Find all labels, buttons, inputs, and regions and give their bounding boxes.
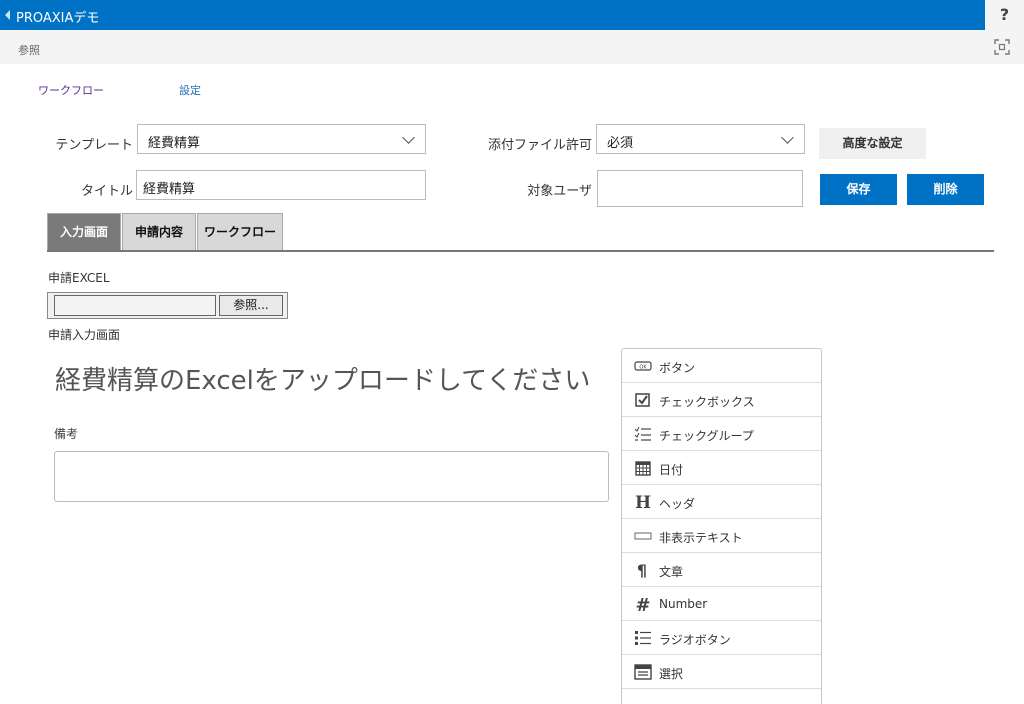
- title-label: タイトル: [80, 184, 133, 199]
- excel-label: 申請EXCEL: [48, 271, 110, 285]
- checkbox-icon: [635, 393, 650, 407]
- toolbox-item-label: 日付: [659, 463, 684, 477]
- delete-button[interactable]: 削除: [907, 174, 984, 205]
- app-title: PROAXIAデモ: [16, 11, 100, 26]
- svg-text:H: H: [635, 493, 651, 511]
- header-icon: H: [635, 493, 651, 511]
- input-screen-label: 申請入力画面: [48, 328, 121, 342]
- excel-file-picker: 参照...: [47, 292, 288, 319]
- nav-workflow-link[interactable]: ワークフロー: [38, 82, 104, 98]
- hidden-text-icon: [634, 532, 652, 540]
- notes-textarea[interactable]: [54, 451, 609, 502]
- title-input[interactable]: 経費精算: [136, 170, 426, 200]
- select-icon: [634, 664, 652, 680]
- toolbox-item-button[interactable]: OK ボタン: [622, 349, 821, 383]
- toolbox-item-checkbox[interactable]: チェックボックス: [622, 383, 821, 417]
- toolbox-item-radio[interactable]: ラジオボタン: [622, 621, 821, 655]
- toolbox-item-number[interactable]: # Number: [622, 587, 821, 621]
- sub-toolbar: 参照: [0, 30, 1024, 64]
- fullscreen-icon[interactable]: [994, 39, 1010, 55]
- file-path-field[interactable]: [54, 295, 216, 316]
- back-arrow-icon[interactable]: [5, 10, 10, 20]
- calendar-icon: [635, 461, 651, 476]
- tab-input-screen[interactable]: 入力画面: [47, 213, 121, 250]
- toolbox-item-label: 選択: [659, 667, 684, 681]
- tab-workflow[interactable]: ワークフロー: [197, 213, 283, 250]
- toolbox-item-label: Number: [659, 597, 708, 611]
- svg-text:#: #: [635, 595, 650, 613]
- toolbox-item-label: 文章: [659, 565, 684, 579]
- target-user-input[interactable]: [597, 170, 803, 207]
- toolbox-item-hidden-text[interactable]: 非表示テキスト: [622, 519, 821, 553]
- view-label: 参照: [18, 44, 40, 57]
- svg-text:OK: OK: [639, 365, 647, 371]
- target-user-label: 対象ユーザ: [527, 184, 592, 199]
- button-icon: OK: [634, 361, 652, 371]
- help-button[interactable]: ?: [985, 0, 1024, 30]
- toolbox-item-select[interactable]: 選択: [622, 655, 821, 689]
- paragraph-icon: ¶: [637, 561, 647, 579]
- save-button[interactable]: 保存: [820, 174, 897, 205]
- template-label: テンプレート: [55, 138, 133, 153]
- toolbox-item-header[interactable]: H ヘッダ: [622, 485, 821, 519]
- toolbox-item-check-group[interactable]: チェックグループ: [622, 417, 821, 451]
- attach-label: 添付ファイル許可: [487, 138, 592, 153]
- radio-list-icon: [635, 631, 651, 645]
- template-value: 経費精算: [148, 136, 201, 151]
- advanced-settings-button[interactable]: 高度な設定: [819, 128, 926, 159]
- upload-heading: 経費精算のExcelをアップロードしてください: [55, 366, 591, 396]
- toolbox-item-paragraph[interactable]: ¶ 文章: [622, 553, 821, 587]
- template-select[interactable]: 経費精算: [137, 124, 426, 154]
- browse-button[interactable]: 参照...: [219, 295, 283, 316]
- svg-text:¶: ¶: [637, 561, 647, 579]
- title-value: 経費精算: [143, 182, 196, 197]
- notes-label: 備考: [54, 427, 79, 441]
- component-toolbox: OK ボタン チェックボックス チェックグループ 日付 H ヘッダ 非表示テキス…: [621, 348, 822, 704]
- number-icon: #: [635, 595, 650, 613]
- attach-value: 必須: [607, 136, 634, 151]
- toolbox-item-label: チェックボックス: [659, 395, 755, 409]
- nav-settings-link[interactable]: 設定: [179, 82, 201, 98]
- tab-divider: [47, 250, 994, 252]
- tab-application-content[interactable]: 申請内容: [122, 213, 196, 250]
- toolbox-item-label: チェックグループ: [659, 429, 754, 443]
- toolbox-item-label: ボタン: [659, 361, 696, 375]
- attach-select[interactable]: 必須: [596, 124, 805, 154]
- chevron-down-icon: [781, 131, 794, 144]
- title-bar: PROAXIAデモ: [0, 0, 985, 30]
- check-group-icon: [634, 426, 651, 441]
- chevron-down-icon: [402, 131, 415, 144]
- toolbox-item-label: ラジオボタン: [659, 633, 731, 647]
- toolbox-item-label: 非表示テキスト: [659, 531, 743, 545]
- toolbox-item-label: ヘッダ: [659, 497, 696, 511]
- toolbox-item-date[interactable]: 日付: [622, 451, 821, 485]
